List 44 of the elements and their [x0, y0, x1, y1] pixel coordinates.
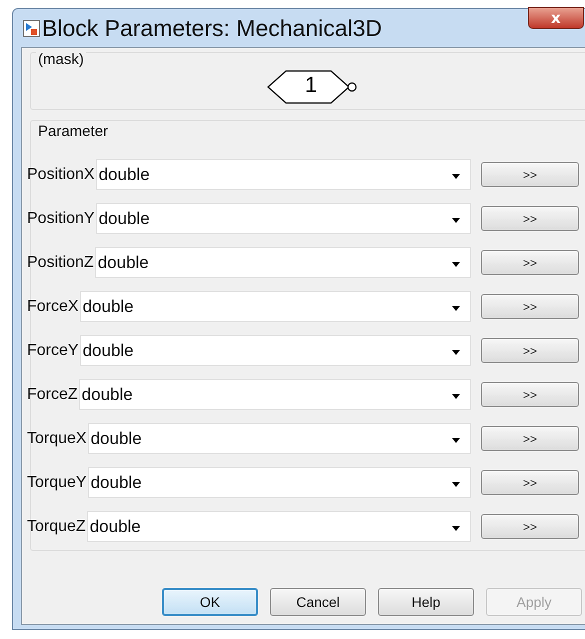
parameter-label: TorqueZ — [27, 518, 86, 536]
caret-icon — [452, 218, 460, 223]
edit-button[interactable]: >> — [481, 206, 579, 231]
parameter-label: ForceY — [27, 342, 79, 360]
parameter-label: ForceX — [27, 298, 79, 316]
edit-button[interactable]: >> — [481, 338, 579, 363]
edit-button[interactable]: >> — [481, 250, 579, 275]
parameter-label: PositionY — [27, 210, 95, 228]
edit-button[interactable]: >> — [481, 426, 579, 451]
caret-icon — [452, 174, 460, 179]
edit-button[interactable]: >> — [481, 162, 579, 187]
parameter-label: PositionZ — [27, 254, 94, 272]
parameter-label: PositionX — [27, 166, 95, 184]
caret-icon — [452, 306, 460, 311]
caret-icon — [452, 438, 460, 443]
dialog-button[interactable]: Cancel — [270, 588, 366, 616]
dialog-button[interactable]: Help — [378, 588, 474, 616]
type-dropdown[interactable]: double — [96, 203, 471, 234]
caret-icon — [452, 394, 460, 399]
caret-icon — [452, 262, 460, 267]
type-dropdown[interactable]: double — [88, 423, 471, 454]
type-dropdown[interactable]: double — [78, 379, 471, 410]
edit-button[interactable]: >> — [481, 294, 579, 319]
type-dropdown[interactable]: double — [94, 247, 471, 278]
block-port-number: 1 — [304, 72, 318, 98]
group-label: (mask) — [36, 51, 86, 68]
type-dropdown[interactable]: double — [80, 335, 471, 366]
block-icon — [23, 20, 40, 36]
type-dropdown[interactable]: double — [88, 467, 471, 498]
caret-icon — [452, 482, 460, 487]
edit-button[interactable]: >> — [481, 470, 579, 495]
caret-icon — [452, 526, 460, 531]
edit-button[interactable]: >> — [481, 514, 579, 539]
type-dropdown[interactable]: double — [96, 159, 471, 190]
dialog-button[interactable]: OK — [162, 588, 258, 616]
parameter-label: TorqueY — [27, 474, 87, 492]
parameter-label: TorqueX — [27, 430, 87, 448]
parameter-label: ForceZ — [27, 386, 78, 404]
type-dropdown[interactable]: double — [86, 511, 471, 542]
window-title: Block Parameters: Mechanical3D — [42, 14, 382, 42]
type-dropdown[interactable]: double — [80, 291, 471, 322]
edit-button[interactable]: >> — [481, 382, 579, 407]
close-button[interactable]: x — [528, 7, 584, 29]
caret-icon — [452, 350, 460, 355]
